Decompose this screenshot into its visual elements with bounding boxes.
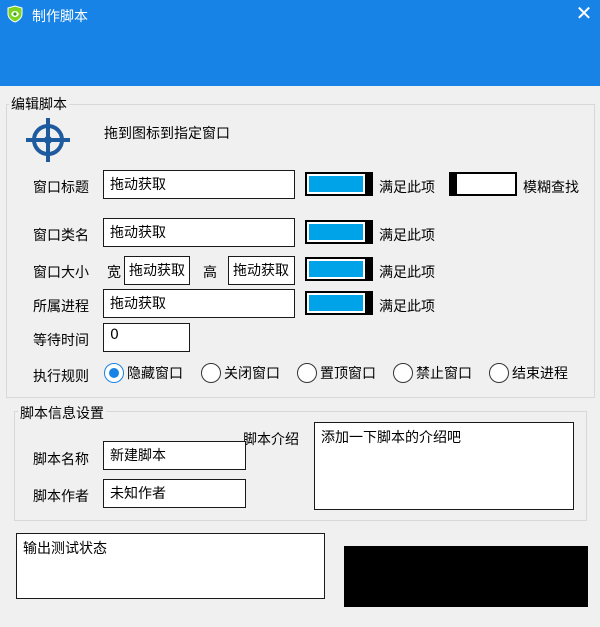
radio-button[interactable] <box>297 363 317 383</box>
radio-label: 禁止窗口 <box>416 366 472 382</box>
window-title-label: 窗口标题 <box>33 180 89 196</box>
script-name-label: 脚本名称 <box>33 452 89 468</box>
exec-rule-option-hide[interactable]: 隐藏窗口 <box>104 363 183 383</box>
radio-button[interactable] <box>201 363 221 383</box>
process-field[interactable]: 拖动获取 <box>103 289 295 318</box>
output-status-box[interactable]: 输出测试状态 <box>16 533 325 599</box>
exec-rule-option-close[interactable]: 关闭窗口 <box>201 363 280 383</box>
window-class-label: 窗口类名 <box>33 228 89 244</box>
exec-rule-label: 执行规则 <box>33 369 89 385</box>
window-title-match-label: 满足此项 <box>379 180 435 196</box>
process-label: 所属进程 <box>33 299 89 315</box>
window-size-label: 窗口大小 <box>33 265 89 281</box>
radio-label: 置顶窗口 <box>320 366 376 382</box>
script-info-group-label: 脚本信息设置 <box>18 403 106 423</box>
script-name-field[interactable]: 新建脚本 <box>103 441 246 470</box>
script-author-field[interactable]: 未知作者 <box>103 479 246 508</box>
crosshair-target-icon[interactable] <box>22 115 74 165</box>
height-label: 高 <box>203 265 217 281</box>
window-height-field[interactable]: 拖动获取 <box>228 256 295 285</box>
wait-time-field[interactable]: 0 <box>103 323 190 352</box>
process-match-toggle[interactable] <box>305 291 373 315</box>
window-title: 制作脚本 <box>32 9 88 25</box>
script-intro-field[interactable]: 添加一下脚本的介绍吧 <box>314 422 574 510</box>
exec-rule-option-kill[interactable]: 结束进程 <box>489 363 568 383</box>
window-size-match-label: 满足此项 <box>379 265 435 281</box>
window-title-match-toggle[interactable] <box>305 172 373 196</box>
exec-rule-option-disable[interactable]: 禁止窗口 <box>393 363 472 383</box>
edit-script-group <box>6 104 595 398</box>
fuzzy-search-label: 模糊查找 <box>523 180 579 196</box>
crosshair-hint: 拖到图标到指定窗口 <box>104 126 230 142</box>
script-author-label: 脚本作者 <box>33 489 89 505</box>
script-intro-label: 脚本介绍 <box>243 432 299 448</box>
fuzzy-search-toggle[interactable] <box>449 172 517 196</box>
process-match-label: 满足此项 <box>379 299 435 315</box>
edit-script-group-label: 编辑脚本 <box>9 94 69 114</box>
close-button[interactable]: ✕ <box>574 1 594 25</box>
width-label: 宽 <box>107 265 121 281</box>
wait-time-label: 等待时间 <box>33 333 89 349</box>
radio-button[interactable] <box>104 363 124 383</box>
radio-label: 关闭窗口 <box>224 366 280 382</box>
radio-label: 隐藏窗口 <box>127 366 183 382</box>
window-title-field[interactable]: 拖动获取 <box>103 170 295 199</box>
title-bar[interactable]: 制作脚本 ✕ <box>0 0 600 86</box>
window-class-match-toggle[interactable] <box>305 220 373 244</box>
close-icon: ✕ <box>575 1 593 25</box>
window-class-match-label: 满足此项 <box>379 228 435 244</box>
radio-label: 结束进程 <box>512 366 568 382</box>
window-width-field[interactable]: 拖动获取 <box>124 256 190 285</box>
shield-icon <box>7 5 23 23</box>
window-size-match-toggle[interactable] <box>305 257 373 281</box>
exec-rule-option-topmost[interactable]: 置顶窗口 <box>297 363 376 383</box>
radio-button[interactable] <box>393 363 413 383</box>
preview-panel <box>344 546 588 607</box>
window-class-field[interactable]: 拖动获取 <box>103 218 295 247</box>
radio-button[interactable] <box>489 363 509 383</box>
